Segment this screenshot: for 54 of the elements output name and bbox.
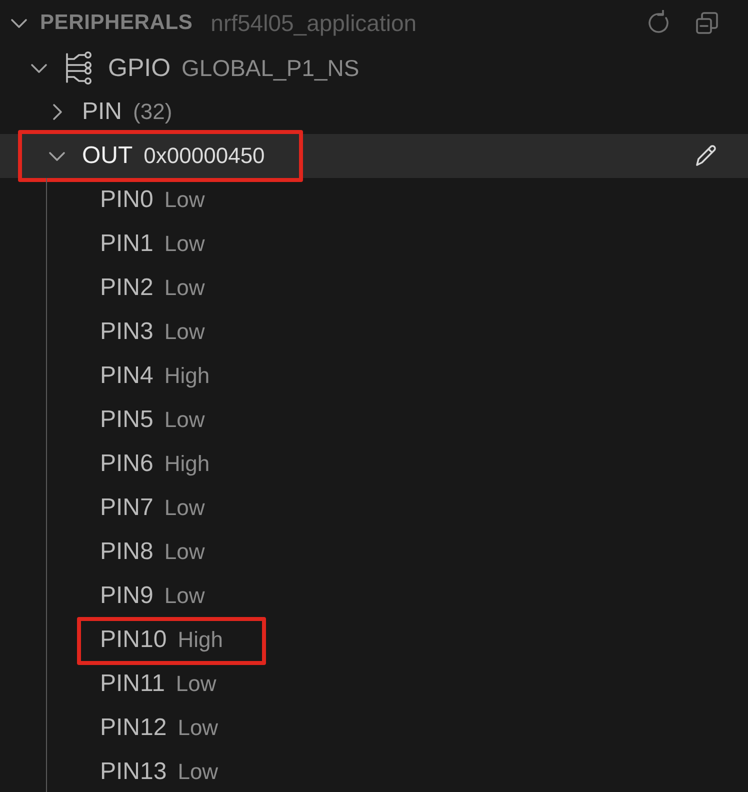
item-name: PIN3 bbox=[100, 318, 154, 346]
item-name: PIN0 bbox=[100, 186, 154, 214]
tree-row[interactable]: PIN8 Low bbox=[0, 530, 748, 574]
tree-row[interactable]: PIN13 Low bbox=[0, 750, 748, 792]
item-value: Low bbox=[164, 495, 205, 521]
item-name: PIN bbox=[82, 98, 122, 126]
tree-row[interactable]: PIN7 Low bbox=[0, 486, 748, 530]
item-value: (32) bbox=[133, 99, 172, 125]
item-value: Low bbox=[176, 671, 216, 697]
item-name: PIN6 bbox=[100, 450, 154, 478]
circuit-tree-icon bbox=[64, 51, 94, 85]
item-value: 0x00000450 bbox=[144, 143, 265, 169]
collapse-all-icon[interactable] bbox=[694, 10, 720, 36]
item-name: PIN9 bbox=[100, 582, 154, 610]
tree-row[interactable]: PIN6 High bbox=[0, 442, 748, 486]
item-value: Low bbox=[164, 539, 205, 565]
tree-row[interactable]: PIN0 Low bbox=[0, 178, 748, 222]
tree-row[interactable]: PIN10 High bbox=[0, 618, 748, 662]
tree-row[interactable]: PIN3 Low bbox=[0, 310, 748, 354]
item-value: Low bbox=[178, 759, 218, 785]
item-value: Low bbox=[164, 407, 205, 433]
item-value: Low bbox=[164, 231, 205, 257]
item-name: PIN2 bbox=[100, 274, 154, 302]
tree-row[interactable]: PIN11 Low bbox=[0, 662, 748, 706]
tree-row[interactable]: GPIO GLOBAL_P1_NS bbox=[0, 46, 748, 90]
section-title: PERIPHERALS bbox=[40, 11, 193, 35]
item-value: GLOBAL_P1_NS bbox=[182, 54, 360, 82]
tree-row[interactable]: PIN12 Low bbox=[0, 706, 748, 750]
tree-row[interactable]: PIN (32) bbox=[0, 90, 748, 134]
item-value: Low bbox=[164, 275, 205, 301]
item-value: Low bbox=[178, 715, 218, 741]
item-value: High bbox=[178, 627, 223, 653]
tree-row[interactable]: PIN9 Low bbox=[0, 574, 748, 618]
item-value: Low bbox=[164, 319, 205, 345]
item-value: Low bbox=[164, 583, 205, 609]
tree-row[interactable]: PIN1 Low bbox=[0, 222, 748, 266]
tree-row[interactable]: PIN2 Low bbox=[0, 266, 748, 310]
item-name: PIN7 bbox=[100, 494, 154, 522]
item-name: PIN13 bbox=[100, 758, 167, 786]
item-name: PIN4 bbox=[100, 362, 154, 390]
section-subtitle: nrf54l05_application bbox=[210, 10, 417, 36]
item-name: PIN1 bbox=[100, 230, 154, 258]
item-value: Low bbox=[164, 187, 205, 213]
item-value: High bbox=[164, 451, 210, 477]
tree-row[interactable]: PIN5 Low bbox=[0, 398, 748, 442]
item-name: PIN11 bbox=[100, 670, 165, 698]
item-name: OUT bbox=[82, 142, 133, 170]
item-name: GPIO bbox=[108, 54, 171, 82]
item-name: PIN12 bbox=[100, 714, 167, 742]
item-name: PIN10 bbox=[100, 626, 167, 654]
item-name: PIN5 bbox=[100, 406, 154, 434]
tree-row[interactable]: PIN4 High bbox=[0, 354, 748, 398]
item-name: PIN8 bbox=[100, 538, 154, 566]
item-value: High bbox=[164, 363, 210, 389]
